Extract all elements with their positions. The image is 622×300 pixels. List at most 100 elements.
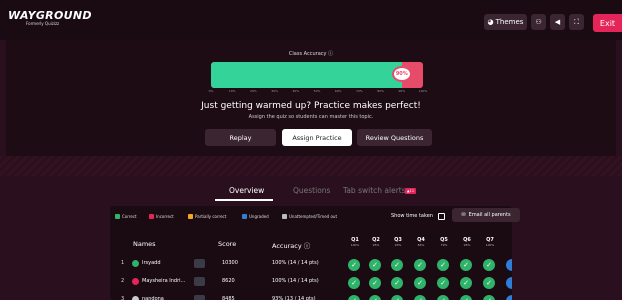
accuracy-tick: 100%: [418, 89, 428, 93]
accuracy-tick: 80%: [377, 89, 384, 93]
student-name: Irsyadd: [142, 260, 161, 266]
avatar: [132, 278, 139, 285]
hero-headline: Just getting warmed up? Practice makes p…: [201, 101, 421, 111]
correct-check-icon[interactable]: ✓: [414, 295, 426, 300]
accuracy-tick: 10%: [228, 89, 236, 93]
correct-check-icon[interactable]: ✓: [460, 277, 472, 289]
legend-swatch: [242, 214, 247, 219]
correct-check-icon[interactable]: ✓: [348, 295, 360, 300]
col-accuracy: Accuracy ⓘ: [272, 242, 311, 250]
question-header[interactable]: Q3 93%: [391, 237, 405, 247]
correct-check-icon[interactable]: ✓: [391, 259, 403, 271]
question-header[interactable]: Q2 95%: [369, 237, 383, 247]
tab-questions[interactable]: Questions: [293, 186, 330, 195]
legend-unattempted: Unattempted/Timed out: [282, 214, 337, 219]
correct-check-icon[interactable]: ✓: [391, 295, 403, 300]
mail-icon[interactable]: [194, 295, 205, 300]
question-header[interactable]: Q7 100%: [483, 237, 497, 247]
question-percent: 79%: [440, 243, 448, 247]
tab-switch-badge: ▲ 11: [405, 188, 416, 194]
row-rank: 2: [121, 278, 125, 284]
info-icon[interactable]: ⓘ: [304, 242, 311, 250]
mail-icon[interactable]: [194, 277, 205, 286]
question-header[interactable]: Q6 95%: [460, 237, 474, 247]
correct-check-icon[interactable]: ✓: [483, 259, 495, 271]
legend-swatch: [149, 214, 154, 219]
legend-correct: Correct: [115, 214, 137, 219]
student-name: nandona: [142, 296, 164, 300]
accuracy-tick: 70%: [356, 89, 363, 93]
accuracy-tick: 40%: [292, 89, 300, 93]
correct-check-icon[interactable]: ✓: [437, 277, 449, 289]
assign-practice-button[interactable]: Assign Practice: [282, 129, 352, 146]
people-icon[interactable]: ⚇: [531, 14, 546, 30]
fullscreen-icon[interactable]: ⛶: [569, 14, 584, 30]
review-questions-button[interactable]: Review Questions: [357, 129, 432, 146]
class-accuracy-label: Class Accuracy ⓘ: [288, 51, 334, 57]
col-names: Names: [133, 240, 156, 248]
student-accuracy: 93% (13 / 14 pts): [272, 296, 316, 300]
info-icon[interactable]: ⓘ: [328, 51, 333, 57]
correct-check-icon[interactable]: ✓: [348, 259, 360, 271]
table-row[interactable]: 1 Irsyadd 10300 100% (14 / 14 pts) ✓ ✓ ✓ ✓ ✓ ✓ ✓: [110, 256, 512, 274]
exit-button[interactable]: Exit: [593, 14, 622, 32]
correct-check-icon[interactable]: ✓: [483, 277, 495, 289]
accuracy-tick: 0%: [208, 89, 214, 93]
accuracy-bar-fill: [211, 62, 402, 88]
legend-partial: Partially correct: [188, 214, 226, 219]
mail-icon[interactable]: [194, 259, 205, 268]
tab-overview[interactable]: Overview: [229, 186, 264, 195]
accuracy-tick: 20%: [250, 89, 257, 93]
top-bar: WAYGROUND Formerly Quizizz ◕ Themes ⚇ ◀ …: [0, 0, 622, 40]
student-score: 8485: [222, 296, 235, 300]
accuracy-pill: 90%: [391, 66, 412, 82]
show-time-taken-label: Show time taken: [391, 213, 433, 219]
ungraded-marker: [506, 277, 512, 289]
correct-check-icon[interactable]: ✓: [369, 259, 381, 271]
themes-button[interactable]: ◕ Themes: [484, 14, 527, 30]
correct-check-icon[interactable]: ✓: [391, 277, 403, 289]
question-header[interactable]: Q5 79%: [437, 237, 451, 247]
accuracy-tick: 50%: [313, 89, 321, 93]
tab-switch-alerts[interactable]: Tab switch alerts: [343, 186, 406, 195]
row-rank: 3: [121, 296, 125, 300]
correct-check-icon[interactable]: ✓: [414, 277, 426, 289]
correct-check-icon[interactable]: ✓: [414, 259, 426, 271]
ungraded-marker: [506, 295, 512, 300]
correct-check-icon[interactable]: ✓: [483, 295, 495, 300]
logo-text: WAYGROUND: [8, 9, 92, 22]
show-time-taken-checkbox[interactable]: [438, 213, 445, 220]
volume-icon[interactable]: ◀: [550, 14, 565, 30]
email-all-parents-button[interactable]: ✉ Email all parents: [452, 208, 520, 222]
correct-check-icon[interactable]: ✓: [437, 295, 449, 300]
question-header[interactable]: Q4 84%: [414, 237, 428, 247]
accuracy-tick: 60%: [334, 89, 342, 93]
decorative-stripes: [0, 156, 622, 176]
accuracy-tick: 90%: [398, 89, 406, 93]
student-score: 8620: [222, 278, 235, 284]
correct-check-icon[interactable]: ✓: [460, 259, 472, 271]
student-score: 10300: [222, 260, 238, 266]
correct-check-icon[interactable]: ✓: [369, 295, 381, 300]
correct-check-icon[interactable]: ✓: [369, 277, 381, 289]
avatar: [132, 260, 139, 267]
replay-button[interactable]: Replay: [205, 129, 276, 146]
tab-underline: [215, 199, 273, 201]
legend-swatch: [115, 214, 120, 219]
themes-label: Themes: [495, 18, 524, 26]
question-percent: 100%: [485, 243, 495, 247]
table-row[interactable]: 2 Maysheira Indri... 8620 100% (14 / 14 pts…: [110, 274, 512, 292]
correct-check-icon[interactable]: ✓: [348, 277, 360, 289]
accuracy-ticks: 0% 10% 20% 30% 40% 50% 60% 70% 80% 90% 100%: [208, 89, 428, 95]
question-percent: 100%: [350, 243, 360, 247]
question-header[interactable]: Q1 100%: [348, 237, 362, 247]
question-percent: 93%: [394, 243, 402, 247]
question-percent: 95%: [463, 243, 471, 247]
mail-icon: ✉: [461, 212, 466, 218]
question-percent: 95%: [372, 243, 380, 247]
row-rank: 1: [121, 260, 125, 266]
table-row[interactable]: 3 nandona 8485 93% (13 / 14 pts) ✓ ✓ ✓ ✓ ✓ ✓ ✓: [110, 292, 512, 300]
accuracy-tick: 30%: [271, 89, 278, 93]
correct-check-icon[interactable]: ✓: [460, 295, 472, 300]
correct-check-icon[interactable]: ✓: [437, 259, 449, 271]
